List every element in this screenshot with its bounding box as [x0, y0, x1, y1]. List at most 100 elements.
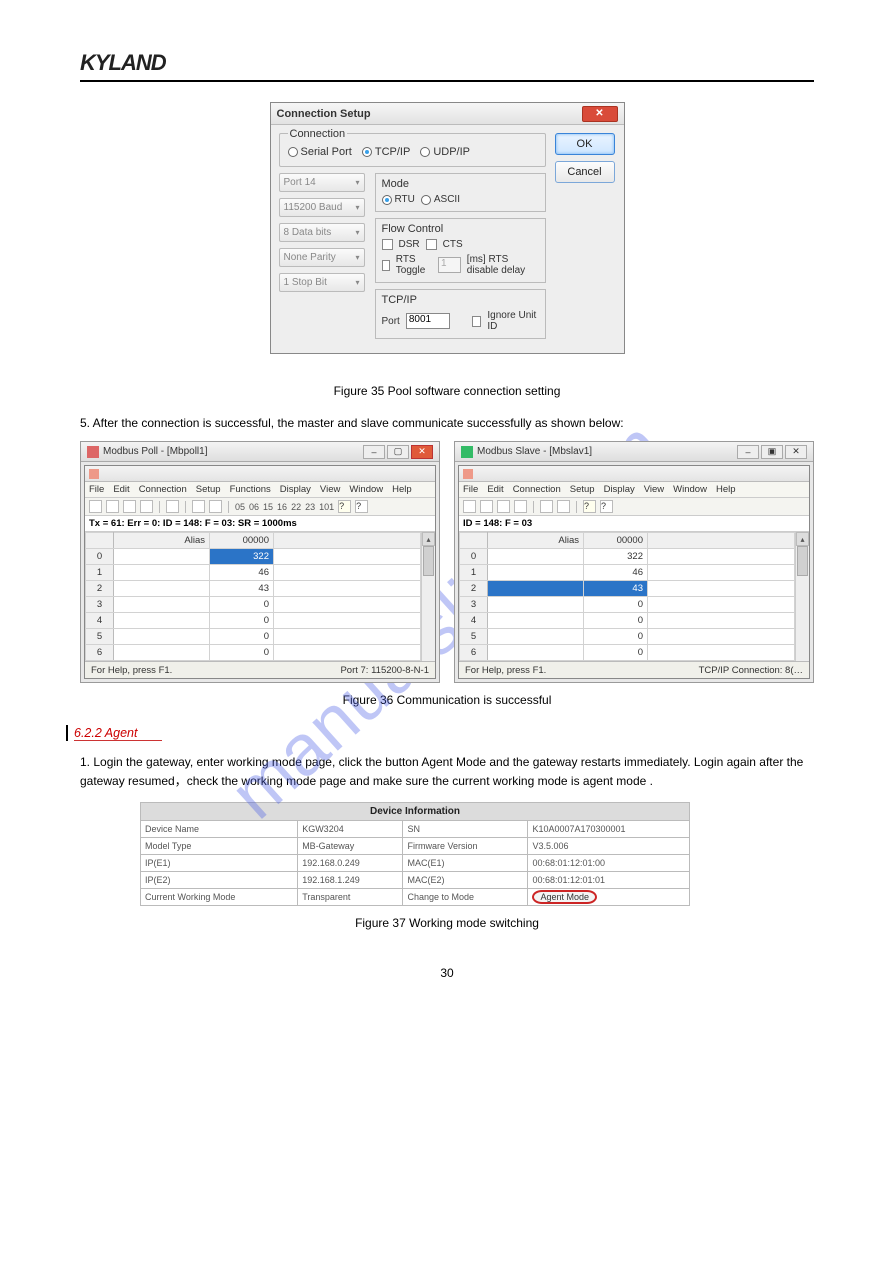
- row-header[interactable]: 1: [86, 565, 114, 581]
- row-header[interactable]: 2: [86, 581, 114, 597]
- cell[interactable]: [114, 549, 210, 565]
- disconn-icon[interactable]: [209, 500, 222, 513]
- minimize-icon[interactable]: –: [737, 445, 759, 459]
- menu-window[interactable]: Window: [349, 484, 383, 495]
- new-icon[interactable]: [89, 500, 102, 513]
- close-icon[interactable]: ✕: [785, 445, 807, 459]
- menu-setup[interactable]: Setup: [570, 484, 595, 495]
- menu-display[interactable]: Display: [280, 484, 311, 495]
- cell[interactable]: [488, 565, 584, 581]
- print-icon[interactable]: [140, 500, 153, 513]
- fn-101[interactable]: 101: [319, 502, 334, 512]
- cell[interactable]: 43: [584, 581, 648, 597]
- open-icon[interactable]: [480, 500, 493, 513]
- cell[interactable]: 43: [210, 581, 274, 597]
- scroll-up-icon[interactable]: ▴: [422, 532, 435, 546]
- cell[interactable]: [488, 581, 584, 597]
- row-header[interactable]: 3: [460, 597, 488, 613]
- scroll-up-icon[interactable]: ▴: [796, 532, 809, 546]
- print-icon[interactable]: [514, 500, 527, 513]
- vertical-scrollbar[interactable]: ▴: [795, 532, 809, 661]
- menu-view[interactable]: View: [320, 484, 340, 495]
- radio-tcpip[interactable]: TCP/IP: [362, 146, 410, 158]
- rts-delay-input[interactable]: 1: [438, 257, 461, 273]
- fn-05[interactable]: 05: [235, 502, 245, 512]
- port-combo[interactable]: Port 14▾: [279, 173, 365, 192]
- open-icon[interactable]: [106, 500, 119, 513]
- col-value[interactable]: 00000: [210, 533, 274, 549]
- menu-connection[interactable]: Connection: [139, 484, 187, 495]
- help-icon[interactable]: ?: [583, 500, 596, 513]
- new-icon[interactable]: [463, 500, 476, 513]
- checkbox-rts-toggle[interactable]: [382, 260, 390, 271]
- cell[interactable]: 322: [584, 549, 648, 565]
- cut-icon[interactable]: [166, 500, 179, 513]
- save-icon[interactable]: [497, 500, 510, 513]
- conn-icon[interactable]: [192, 500, 205, 513]
- window-titlebar[interactable]: Modbus Slave - [Mbslav1] – ▣ ✕: [455, 442, 813, 462]
- cell[interactable]: 0: [584, 597, 648, 613]
- cell[interactable]: 322: [210, 549, 274, 565]
- menu-help[interactable]: Help: [392, 484, 412, 495]
- radio-udpip[interactable]: UDP/IP: [420, 146, 470, 158]
- menubar[interactable]: File Edit Connection Setup Functions Dis…: [85, 482, 435, 498]
- cell[interactable]: 0: [584, 629, 648, 645]
- cell[interactable]: [114, 629, 210, 645]
- scroll-thumb[interactable]: [423, 546, 434, 576]
- whatsthis-icon[interactable]: ?: [600, 500, 613, 513]
- save-icon[interactable]: [123, 500, 136, 513]
- cell[interactable]: 0: [210, 613, 274, 629]
- radio-serial-port[interactable]: Serial Port: [288, 146, 352, 158]
- menubar[interactable]: File Edit Connection Setup Display View …: [459, 482, 809, 498]
- menu-connection[interactable]: Connection: [513, 484, 561, 495]
- vertical-scrollbar[interactable]: ▴: [421, 532, 435, 661]
- agent-mode-button[interactable]: Agent Mode: [532, 890, 597, 904]
- toolbar[interactable]: ? ?: [459, 498, 809, 516]
- row-header[interactable]: 6: [86, 645, 114, 661]
- menu-window[interactable]: Window: [673, 484, 707, 495]
- row-header[interactable]: 2: [460, 581, 488, 597]
- checkbox-ignore-unit-id[interactable]: [472, 316, 481, 327]
- cell[interactable]: 0: [584, 613, 648, 629]
- cell[interactable]: [488, 549, 584, 565]
- menu-edit[interactable]: Edit: [487, 484, 503, 495]
- col-alias[interactable]: Alias: [114, 533, 210, 549]
- menu-edit[interactable]: Edit: [113, 484, 129, 495]
- cell[interactable]: [114, 645, 210, 661]
- cell[interactable]: 46: [210, 565, 274, 581]
- close-icon[interactable]: ✕: [582, 106, 618, 122]
- whatsthis-icon[interactable]: ?: [355, 500, 368, 513]
- cell[interactable]: [488, 645, 584, 661]
- radio-ascii[interactable]: ASCII: [421, 194, 460, 205]
- cell[interactable]: [114, 581, 210, 597]
- col-value[interactable]: 00000: [584, 533, 648, 549]
- close-icon[interactable]: ✕: [411, 445, 433, 459]
- conn-icon[interactable]: [540, 500, 553, 513]
- window-titlebar[interactable]: Modbus Poll - [Mbpoll1] – ▢ ✕: [81, 442, 439, 462]
- fn-22[interactable]: 22: [291, 502, 301, 512]
- cancel-button[interactable]: Cancel: [555, 161, 615, 183]
- cell[interactable]: [488, 613, 584, 629]
- cell[interactable]: [488, 629, 584, 645]
- row-header[interactable]: 1: [460, 565, 488, 581]
- cell[interactable]: 0: [584, 645, 648, 661]
- cell[interactable]: [114, 613, 210, 629]
- menu-view[interactable]: View: [644, 484, 664, 495]
- radio-rtu[interactable]: RTU: [382, 194, 415, 205]
- menu-file[interactable]: File: [463, 484, 478, 495]
- scroll-thumb[interactable]: [797, 546, 808, 576]
- data-grid[interactable]: Alias00000 0322 146 243 30 40 50 60: [459, 532, 795, 661]
- fn-16[interactable]: 16: [277, 502, 287, 512]
- cell[interactable]: 0: [210, 629, 274, 645]
- fn-06[interactable]: 06: [249, 502, 259, 512]
- ok-button[interactable]: OK: [555, 133, 615, 155]
- row-header[interactable]: 0: [460, 549, 488, 565]
- row-header[interactable]: 4: [86, 613, 114, 629]
- menu-setup[interactable]: Setup: [196, 484, 221, 495]
- stopbit-combo[interactable]: 1 Stop Bit▾: [279, 273, 365, 292]
- data-grid[interactable]: Alias00000 0322 146 243 30 40 50 60: [85, 532, 421, 661]
- row-header[interactable]: 6: [460, 645, 488, 661]
- cell[interactable]: 0: [210, 597, 274, 613]
- fn-23[interactable]: 23: [305, 502, 315, 512]
- checkbox-cts[interactable]: [426, 239, 437, 250]
